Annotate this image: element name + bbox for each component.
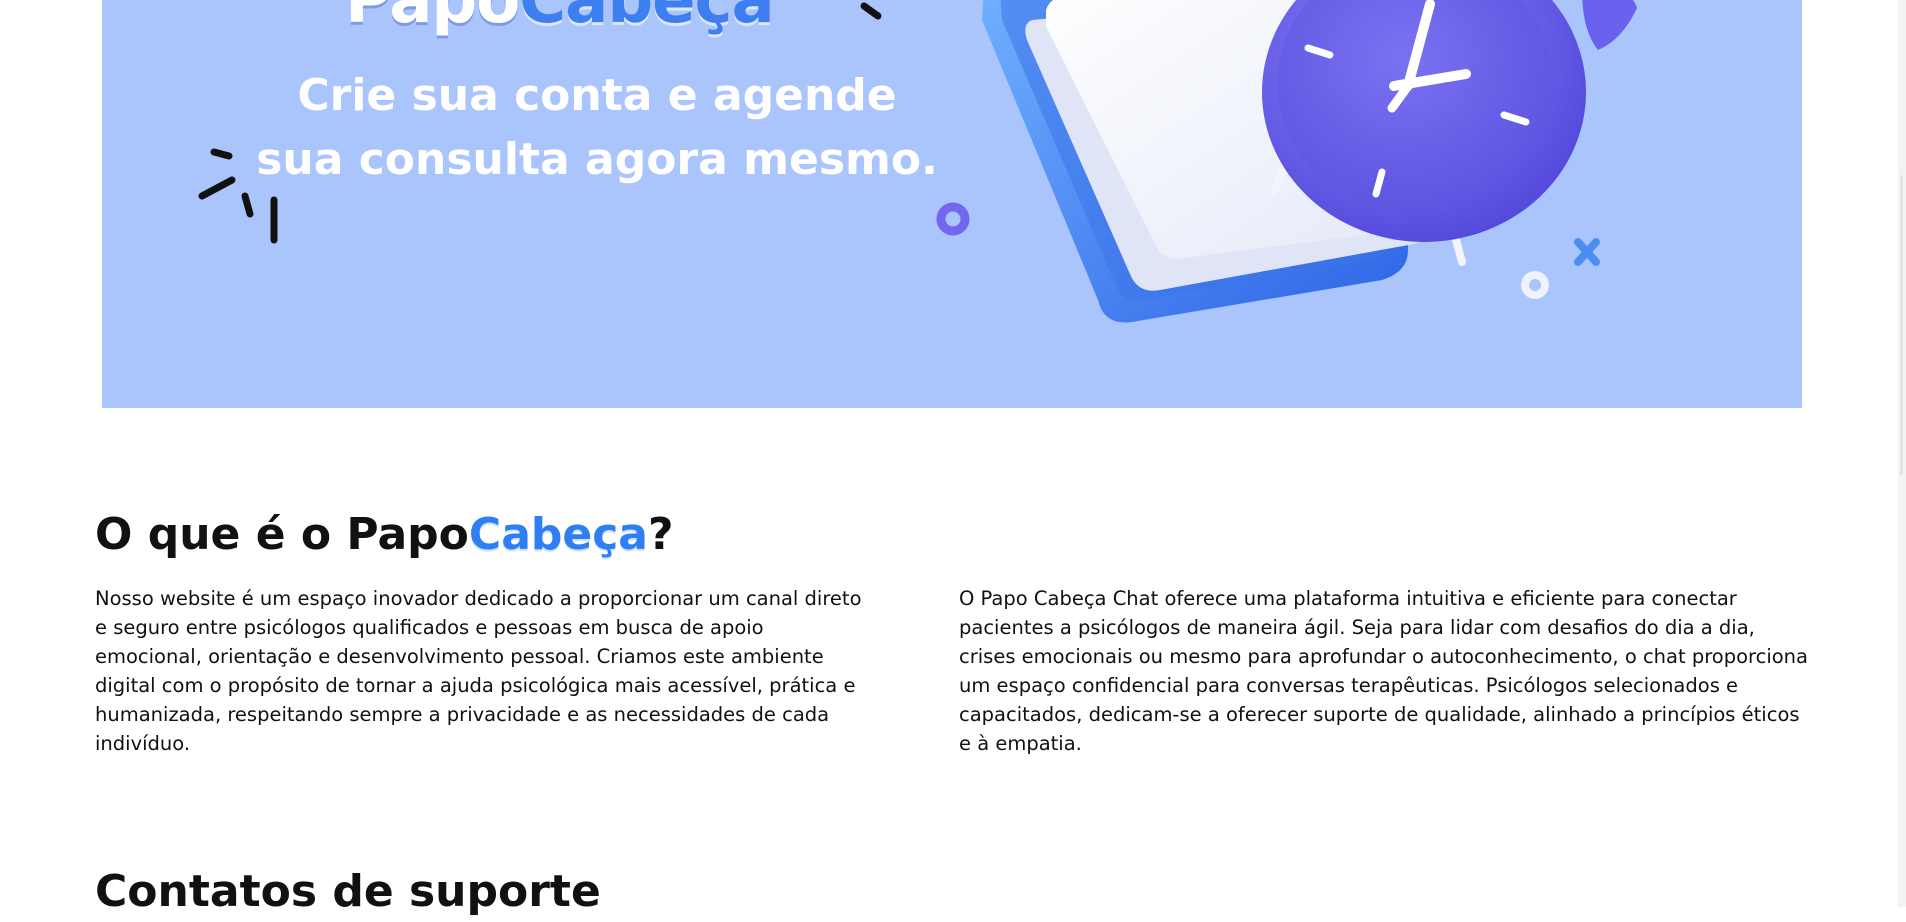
support-section-title: Contatos de suporte bbox=[95, 866, 601, 917]
hero-illustration bbox=[198, 0, 1637, 323]
hero-banner: PapoCabeça Crie sua conta e agende sua c… bbox=[102, 0, 1802, 408]
cross-sparkle-icon bbox=[1574, 238, 1600, 266]
about-paragraph-left: Nosso website é um espaço inovador dedic… bbox=[95, 587, 862, 755]
page-scrollbar[interactable] bbox=[1898, 0, 1906, 907]
sparkle-stroke-top-icon bbox=[860, 2, 882, 20]
about-paragraph-right: O Papo Cabeça Chat oferece uma plataform… bbox=[959, 587, 1808, 755]
about-title-suffix: ? bbox=[648, 509, 674, 560]
about-title-prefix: O que é o Papo bbox=[95, 509, 469, 560]
small-ring-white-icon bbox=[1521, 271, 1549, 299]
sparkle-strokes-left-icon bbox=[198, 148, 278, 244]
about-section-title: O que é o PapoCabeça? bbox=[95, 505, 674, 565]
small-ring-purple-icon bbox=[936, 202, 970, 236]
about-title-accent: Cabeça bbox=[468, 509, 648, 560]
